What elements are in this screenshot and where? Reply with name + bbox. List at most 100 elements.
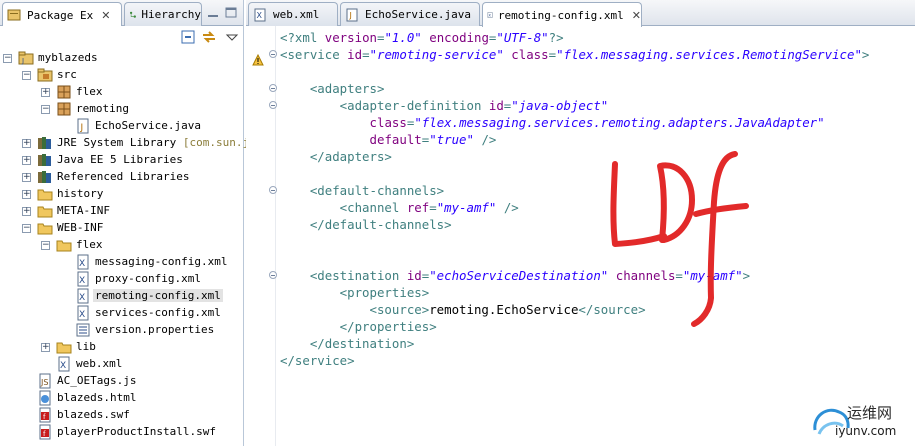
svg-text:X: X <box>79 259 85 269</box>
tree-item[interactable]: + history <box>0 186 243 203</box>
java-file-icon: J <box>346 8 358 21</box>
code-token: class <box>369 115 407 130</box>
tree-item-label: WEB-INF <box>57 221 104 234</box>
tree-item[interactable]: − Jmyblazeds <box>0 50 243 67</box>
code-line: </properties> <box>280 318 437 335</box>
tree-item[interactable]: + flex <box>0 84 243 101</box>
tab-echoservice-java[interactable]: J EchoService.java <box>340 2 480 26</box>
java-file-icon: J <box>77 118 89 134</box>
code-line: </adapters> <box>280 148 392 165</box>
xml-file-icon: X <box>77 305 89 321</box>
tree-item[interactable]: Xweb.xml <box>0 356 243 373</box>
fold-toggle-icon[interactable] <box>269 186 277 194</box>
expand-toggle-icon[interactable]: + <box>22 190 31 199</box>
fold-toggle-icon[interactable] <box>269 271 277 279</box>
tree-item[interactable]: − flex <box>0 237 243 254</box>
tree-item[interactable]: + META-INF <box>0 203 243 220</box>
tab-package-explorer[interactable]: Package Ex ✕ <box>2 2 122 27</box>
tree-item-label: Java EE 5 Libraries <box>57 153 183 166</box>
code-token: id <box>488 98 504 113</box>
tree-item[interactable]: blazeds.html <box>0 390 243 407</box>
code-token: <adapters> <box>280 81 385 96</box>
tab-label: web.xml <box>273 8 320 21</box>
xml-file-icon: X <box>77 254 89 270</box>
collapse-toggle-icon[interactable]: − <box>41 241 50 250</box>
tree-item[interactable]: f playerProductInstall.swf <box>0 424 243 441</box>
tree-item[interactable]: + lib <box>0 339 243 356</box>
tree-item[interactable]: Xremoting-config.xml <box>0 288 243 305</box>
collapse-toggle-icon[interactable]: − <box>3 54 12 63</box>
tree-item[interactable]: version.properties <box>0 322 243 339</box>
code-token: "echoServiceDestination" <box>429 268 609 283</box>
fold-toggle-icon[interactable] <box>269 84 277 92</box>
xml-editor: X web.xml J EchoService.java X remoting-… <box>246 0 915 446</box>
tree-item[interactable]: Xservices-config.xml <box>0 305 243 322</box>
tab-remoting-config-xml[interactable]: X remoting-config.xml ✕ <box>482 2 642 27</box>
maximize-icon[interactable] <box>224 6 238 20</box>
tree-item[interactable]: f blazeds.swf <box>0 407 243 424</box>
code-line: default="true" /> <box>280 131 497 148</box>
code-token: </properties> <box>280 319 437 334</box>
expand-toggle-icon[interactable]: + <box>41 88 50 97</box>
folder-icon <box>37 223 53 235</box>
collapse-toggle-icon[interactable]: − <box>41 105 50 114</box>
fold-toggle-icon[interactable] <box>269 50 277 58</box>
tree-item-label: AC_OETags.js <box>57 374 137 387</box>
tree-item[interactable]: J EchoService.java <box>0 118 243 135</box>
fold-toggle-icon[interactable] <box>269 101 277 109</box>
collapse-toggle-icon[interactable]: − <box>22 224 31 233</box>
expand-toggle-icon[interactable]: + <box>22 156 31 165</box>
xml-file-icon: X <box>254 8 266 21</box>
code-token: "1.0" <box>384 30 422 45</box>
tab-web-xml[interactable]: X web.xml <box>248 2 338 26</box>
tree-item-label: JRE System Library [com.sun.jav <box>57 136 263 149</box>
close-icon[interactable]: ✕ <box>632 9 641 22</box>
tree-item[interactable]: Xproxy-config.xml <box>0 271 243 288</box>
tree-item-label: messaging-config.xml <box>95 255 228 268</box>
tree-item[interactable]: Xmessaging-config.xml <box>0 254 243 271</box>
view-menu-icon[interactable] <box>224 29 240 45</box>
tree-item[interactable]: + JRE System Library [com.sun.jav <box>0 135 262 152</box>
tree-item-label: META-INF <box>57 204 110 217</box>
link-with-editor-icon[interactable] <box>201 29 217 45</box>
js-file-icon: JS <box>39 373 51 389</box>
project-icon: J <box>18 51 34 65</box>
minimize-icon[interactable] <box>206 6 220 20</box>
tree-item[interactable]: − src <box>0 67 243 84</box>
warning-icon[interactable] <box>252 54 264 66</box>
tree-item[interactable]: JS AC_OETags.js <box>0 373 243 390</box>
close-icon[interactable]: ✕ <box>101 9 110 22</box>
expand-toggle-icon[interactable]: + <box>22 173 31 182</box>
code-token: <adapter-definition <box>280 98 489 113</box>
collapse-toggle-icon[interactable]: − <box>22 71 31 80</box>
svg-text:X: X <box>79 293 85 303</box>
xml-file-icon: X <box>58 356 70 372</box>
code-token: </default-channels> <box>280 217 452 232</box>
code-line: </default-channels> <box>280 216 452 233</box>
code-line: </service> <box>280 352 355 369</box>
code-line: <default-channels> <box>280 182 444 199</box>
code-line: <channel ref="my-amf" /> <box>280 199 519 216</box>
html-file-icon <box>39 390 51 406</box>
expand-toggle-icon[interactable]: + <box>22 207 31 216</box>
code-token: id <box>347 47 363 62</box>
code-token: "remoting-service" <box>369 47 504 62</box>
expand-toggle-icon[interactable]: + <box>41 343 50 352</box>
code-token: </adapters> <box>280 149 392 164</box>
code-token: id <box>406 268 422 283</box>
tree-item[interactable]: + Referenced Libraries <box>0 169 243 186</box>
swf-file-icon: f <box>39 407 51 423</box>
expand-toggle-icon[interactable]: + <box>22 139 31 148</box>
code-token: /> <box>496 200 519 215</box>
code-token: class <box>511 47 549 62</box>
tree-item-label: version.properties <box>95 323 215 336</box>
code-token: ref <box>406 200 430 215</box>
tab-label: Package Ex <box>27 8 94 22</box>
tree-item[interactable]: − WEB-INF <box>0 220 243 237</box>
tree-item[interactable]: − remoting <box>0 101 243 118</box>
tab-hierarchy[interactable]: Hierarchy <box>124 2 202 26</box>
tree-item-label: flex <box>76 238 103 251</box>
tree-item[interactable]: + Java EE 5 Libraries <box>0 152 243 169</box>
code-line: <properties> <box>280 284 430 301</box>
collapse-all-icon[interactable] <box>180 29 196 45</box>
